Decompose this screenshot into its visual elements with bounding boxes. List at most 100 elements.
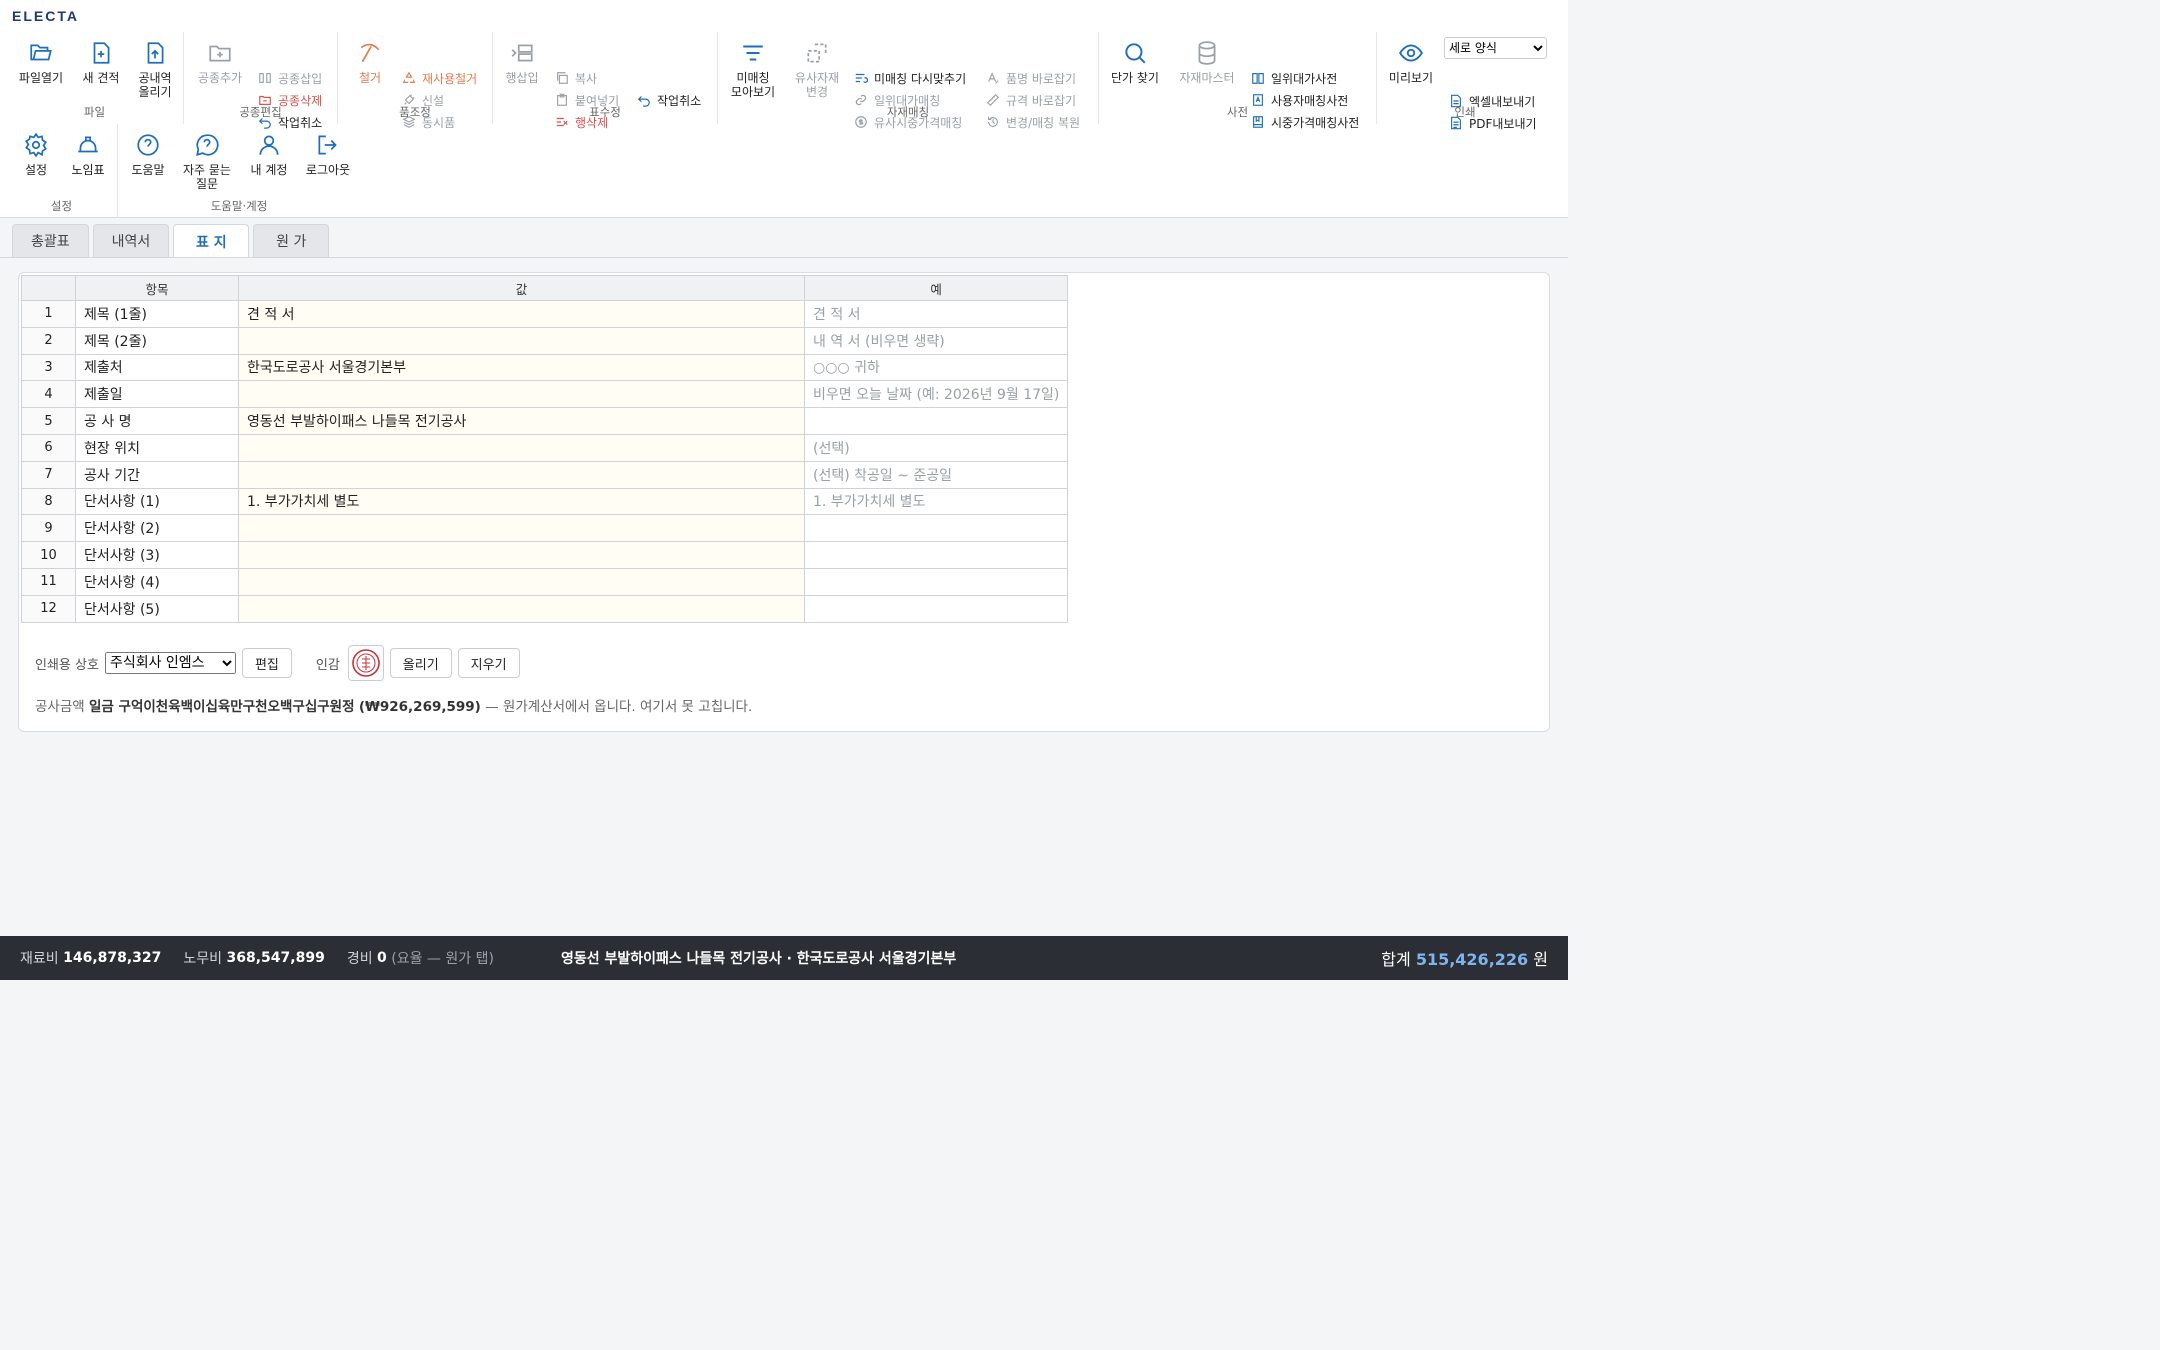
upload-seal-button[interactable]: 올리기 [389, 648, 452, 678]
ribbon: 파일열기 새 견적 공내역 올리기 파일 공종추가 공종삽입 공종삭제 작업취소 … [0, 32, 1568, 218]
my-account-button[interactable]: 내 계정 [237, 132, 301, 177]
copy-icon [557, 72, 568, 84]
upload-bid-button[interactable]: 공내역 올리기 [123, 40, 187, 99]
trade-edit-group: 공종추가 공종삽입 공종삭제 작업취소 공종편집 [184, 32, 338, 130]
folder-plus-icon [209, 45, 231, 62]
row-item-label: 공 사 명 [75, 407, 239, 435]
file-group-label: 파일 [83, 105, 106, 119]
row-number: 7 [21, 460, 76, 489]
amount-note: — 원가계산서에서 옵니다. 여기서 못 고칩니다. [485, 699, 753, 715]
preview-button[interactable]: 미리보기 [1379, 40, 1443, 85]
tab-cost[interactable]: 원 가 [253, 224, 330, 257]
reuse-demolish-button[interactable]: 재사용철거 [402, 69, 477, 87]
row-number: 3 [21, 353, 76, 382]
row-value-cell[interactable] [238, 567, 805, 596]
faq-icon [196, 134, 219, 156]
book-icon [1252, 73, 1264, 84]
trade-group-label: 공종편집 [239, 105, 282, 119]
cover-table-body: 1 제목 (1줄) 견 적 서견 적 서 2 제목 (2줄) 내 역 서 (비우면 생략)… [21, 300, 1069, 623]
row-value-cell[interactable] [238, 514, 805, 543]
row-value-cell[interactable]: 견 적 서 [238, 300, 805, 328]
copy-button[interactable]: 복사 [555, 69, 597, 87]
help-account-group: 도움말 자주 묻는 질문 내 계정 로그아웃 도움말·계정 [118, 124, 360, 218]
fix-name-button[interactable]: 품명 바로잡기 [986, 69, 1076, 87]
material-master-button[interactable]: 자재마스터 [1175, 40, 1239, 85]
seal-stamp-icon [351, 649, 380, 677]
cover-table: 항목 값 예 1 제목 (1줄) 견 적 서견 적 서 2 제목 (2줄) 내 역 서 (… [21, 275, 1069, 623]
row-value-cell[interactable]: 1. 부가가치세 별도 [238, 487, 805, 516]
row-example-cell: (선택) [803, 433, 1069, 462]
row-number: 1 [21, 300, 76, 328]
row-value-cell[interactable]: 한국도로공사 서울경기본부 [238, 353, 805, 382]
edit-company-button[interactable]: 편집 [241, 648, 292, 678]
rematch-button[interactable]: 미매칭 다시맞추기 [854, 69, 966, 87]
row-value-cell[interactable] [238, 460, 805, 489]
tab-cover[interactable]: 표 지 [173, 224, 250, 258]
table-row: 7 공사 기간 (선택) 착공일 ~ 준공일 [21, 460, 1069, 489]
demolish-button[interactable]: 철거 [338, 40, 402, 85]
tab-details[interactable]: 내역서 [92, 224, 170, 257]
tab-summary[interactable]: 총괄표 [12, 224, 89, 257]
item-adjust-group: 철거 재사용철거 신설 동시품 품조정 [338, 32, 493, 130]
table-row: 1 제목 (1줄) 견 적 서견 적 서 [21, 300, 1069, 328]
company-select[interactable]: 주식회사 인엠스 [104, 652, 236, 674]
row-item-label: 단서사항 (5) [75, 594, 239, 623]
labor-table-button[interactable]: 노임표 [56, 132, 120, 177]
row-value-cell[interactable] [238, 380, 805, 409]
insert-trade-button[interactable]: 공종삽입 [258, 69, 322, 87]
row-value-cell[interactable]: 영동선 부발하이패스 나들목 전기공사 [238, 407, 805, 435]
corner-header [21, 275, 76, 301]
status-footer: 재료비 146,878,327 노무비 368,547,899 경비 0 (요율… [0, 936, 1568, 980]
amount-number: (₩926,269,599) [358, 699, 481, 715]
unit-price-dict-button[interactable]: 일위대가사전 [1251, 69, 1337, 87]
help-group-label: 도움말·계정 [210, 199, 268, 213]
expense-note: (요율 — 원가 탭) [391, 951, 494, 967]
print-layout-select[interactable]: 세로 양식 [1444, 37, 1547, 59]
logout-icon [318, 135, 337, 155]
row-item-label: 단서사항 (4) [75, 567, 239, 596]
row-value-cell[interactable] [238, 433, 805, 462]
row-value-cell[interactable] [238, 541, 805, 569]
similar-material-button[interactable]: 유사자재 변경 [785, 40, 849, 99]
row-example-cell [803, 514, 1069, 543]
faq-button[interactable]: 자주 묻는 질문 [175, 132, 239, 191]
sheet-tabs: 총괄표 내역서 표 지 원 가 [12, 224, 330, 258]
find-price-button[interactable]: 단가 찾기 [1103, 40, 1167, 85]
row-value-cell[interactable] [238, 594, 805, 623]
clear-seal-button[interactable]: 지우기 [457, 648, 520, 678]
row-number: 9 [21, 514, 76, 543]
stamp-row: 인쇄용 상호 주식회사 인엠스 편집 인감 올리기 지우기 [35, 645, 520, 681]
top-bar: ELECTA [0, 0, 1568, 32]
recycle-icon [402, 71, 416, 83]
row-number: 5 [21, 407, 76, 435]
row-item-label: 제목 (2줄) [75, 326, 239, 355]
row-example-cell [803, 567, 1069, 596]
table-row: 2 제목 (2줄) 내 역 서 (비우면 생략) [21, 326, 1069, 355]
gear-icon [25, 132, 47, 158]
insert-row-button[interactable]: 행삽입 [490, 40, 554, 85]
labor-cost-label: 노무비 [183, 951, 223, 967]
row-example-cell: (선택) 착공일 ~ 준공일 [803, 460, 1069, 489]
row-value-cell[interactable] [238, 326, 805, 355]
open-file-button[interactable]: 파일열기 [9, 40, 73, 85]
add-trade-button[interactable]: 공종추가 [188, 40, 252, 85]
search-icon [1125, 43, 1146, 64]
insert-row-icon [511, 44, 533, 62]
row-item-label: 단서사항 (3) [75, 541, 239, 569]
table-row: 5공 사 명 영동선 부발하이패스 나들목 전기공사 [21, 407, 1069, 435]
item-header: 항목 [75, 275, 239, 301]
cover-panel: 항목 값 예 1 제목 (1줄) 견 적 서견 적 서 2 제목 (2줄) 내 역 서 (… [18, 272, 1550, 732]
row-example-cell [803, 541, 1069, 569]
company-label: 인쇄용 상호 [35, 657, 99, 673]
file-upload-icon [147, 42, 164, 64]
table-header-row: 항목 값 예 [21, 275, 1069, 301]
unmatched-view-button[interactable]: 미매칭 모아보기 [721, 40, 785, 99]
table-group-label: 표수정 [589, 105, 621, 119]
logout-button[interactable]: 로그아웃 [296, 132, 360, 177]
help-button[interactable]: 도움말 [116, 132, 180, 177]
eye-icon [1399, 44, 1423, 62]
list-refresh-icon [855, 73, 868, 83]
help-icon [137, 134, 159, 156]
table-row: 4 제출일 비우면 오늘 날짜 (예: 2026년 9월 17일) [21, 380, 1069, 409]
filter-icon [743, 45, 763, 61]
